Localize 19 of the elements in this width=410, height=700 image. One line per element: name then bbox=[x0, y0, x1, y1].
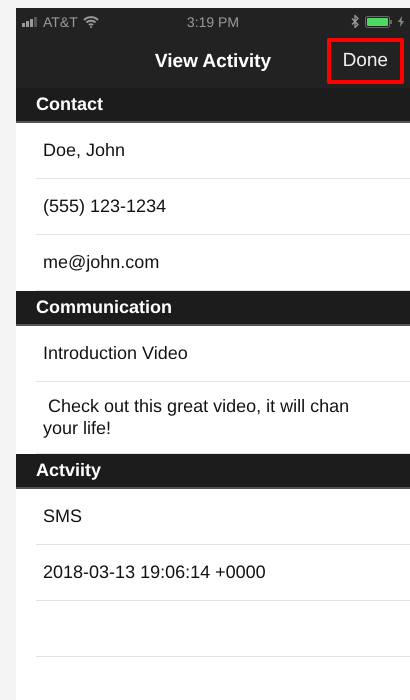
section-header: Contact bbox=[16, 88, 410, 123]
section-header: Communication bbox=[16, 291, 410, 326]
screen-title: View Activity bbox=[154, 50, 272, 72]
row-text: me@john.com bbox=[43, 250, 160, 274]
status-time: 3:19 PM bbox=[186, 14, 240, 30]
carrier-name: AT&T bbox=[43, 14, 78, 30]
wifi-icon bbox=[82, 16, 99, 28]
row-text: Check out this great video, it will chan your life! bbox=[43, 395, 350, 440]
section-header: Actviity bbox=[16, 454, 410, 490]
charging-icon bbox=[398, 16, 404, 27]
row-text: (555) 123-1234 bbox=[43, 194, 166, 218]
row-text: SMS bbox=[43, 504, 82, 528]
row-text: Introduction Video bbox=[43, 342, 188, 365]
row-text: 2018-03-13 19:06:14 +0000 bbox=[43, 560, 266, 584]
done-button[interactable]: Done bbox=[326, 38, 404, 84]
signal-icon bbox=[22, 16, 38, 26]
battery-icon bbox=[365, 16, 392, 28]
bluetooth-icon bbox=[351, 15, 359, 28]
row-text: Doe, John bbox=[43, 138, 126, 162]
